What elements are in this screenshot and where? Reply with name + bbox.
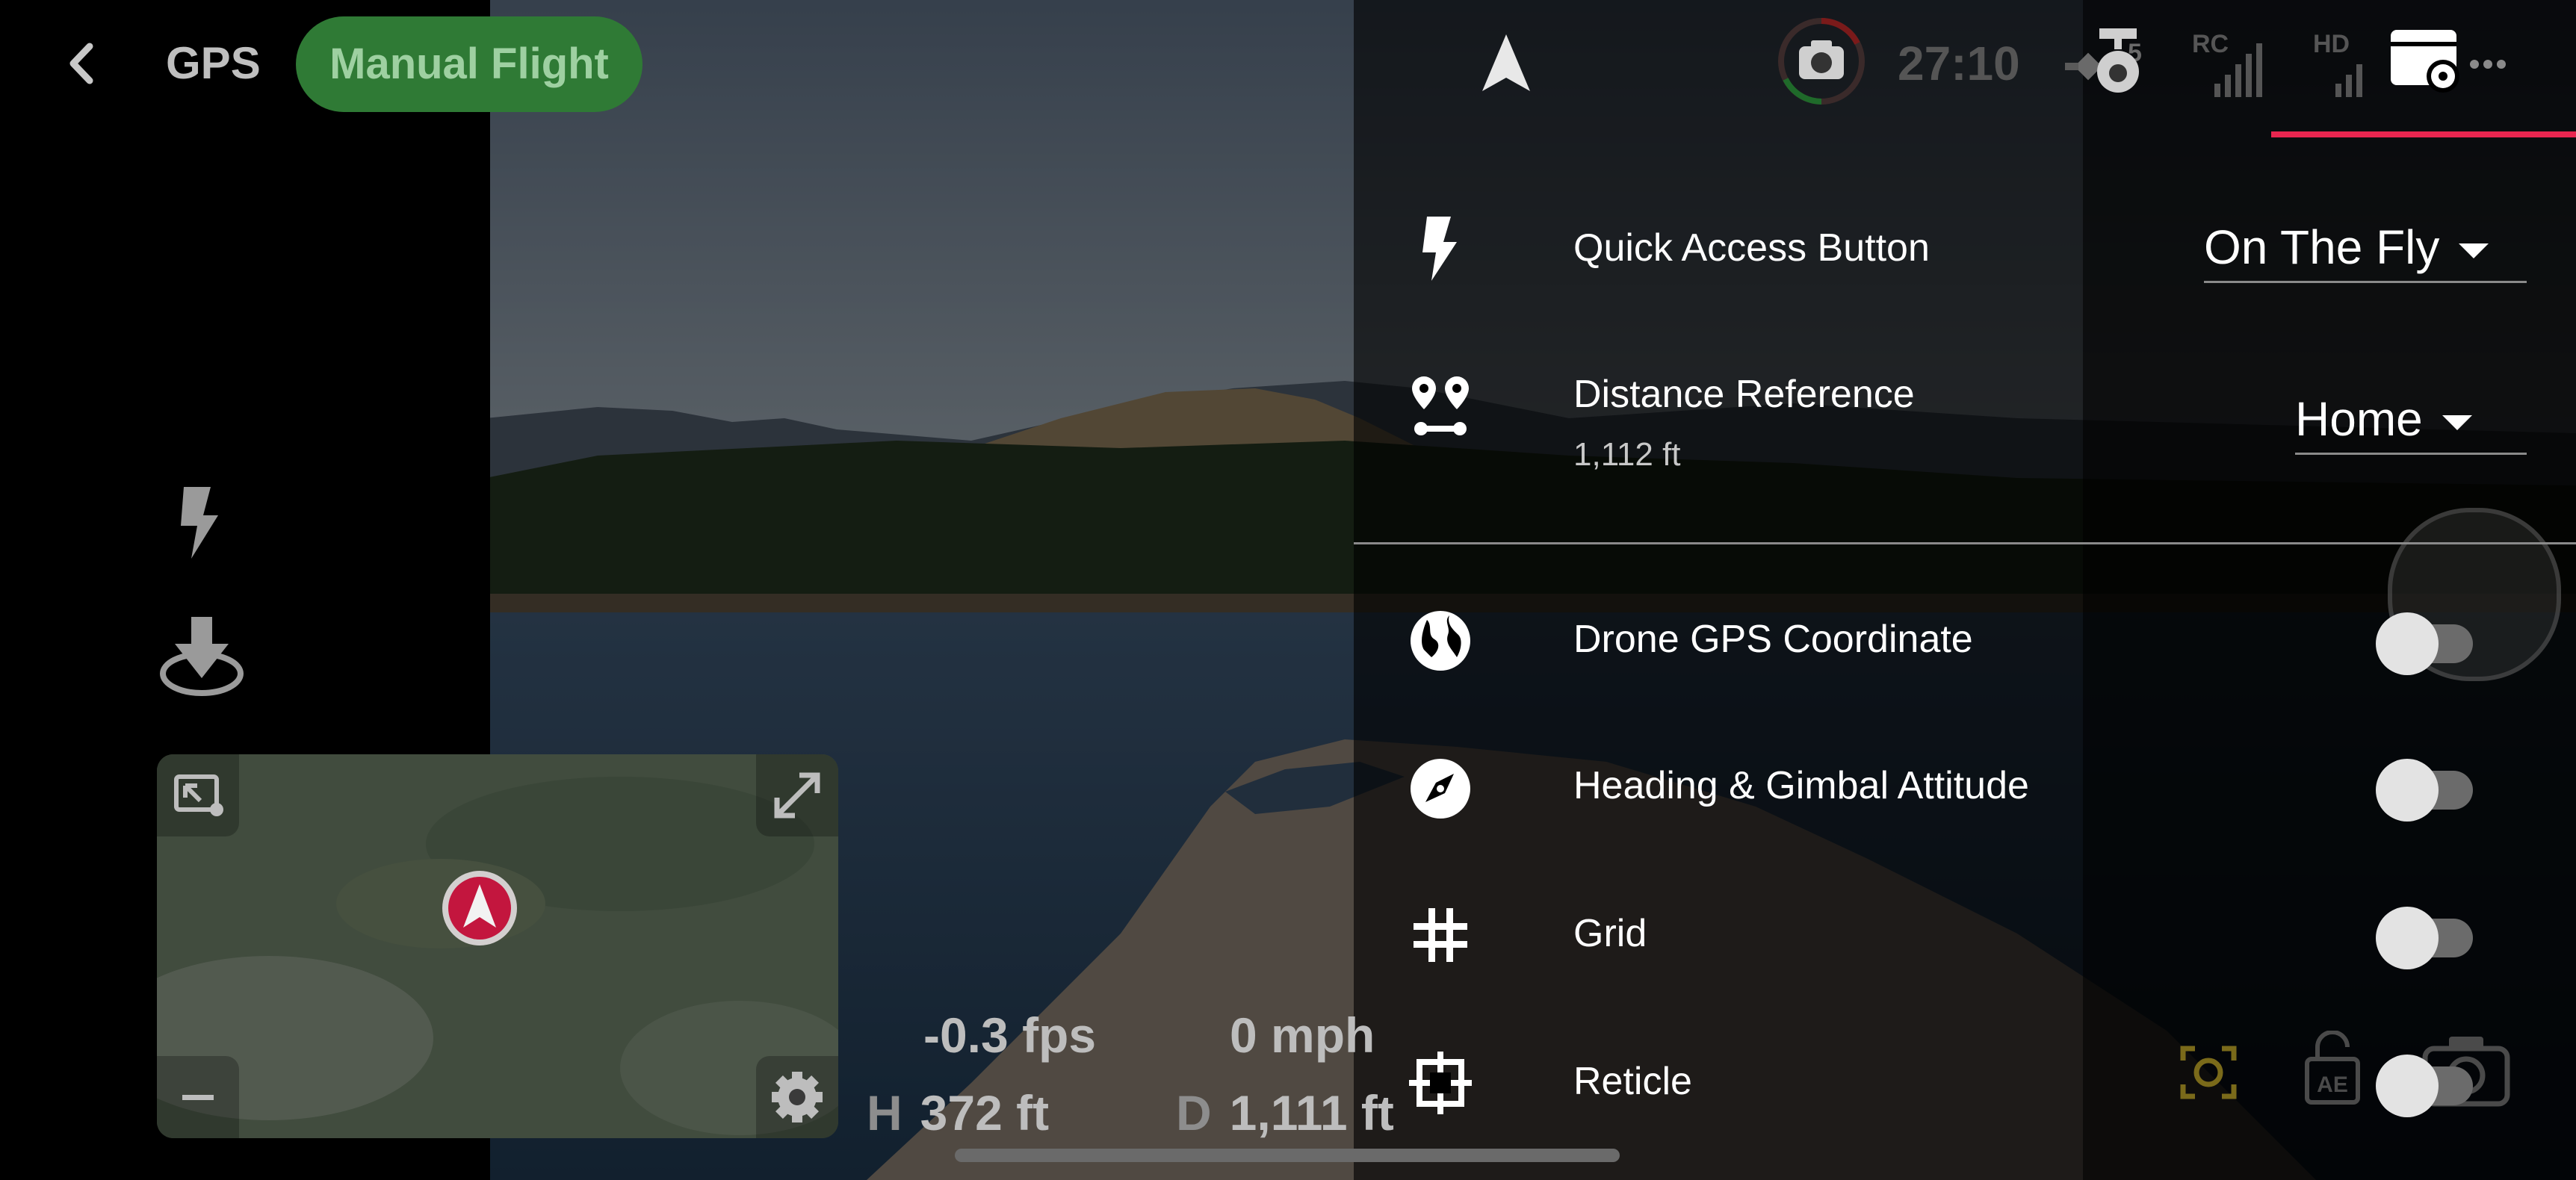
svg-text:AE: AE	[2317, 1072, 2348, 1097]
heading-gimbal-toggle[interactable]	[2376, 742, 2473, 832]
focus-mode-icon	[2180, 1046, 2237, 1099]
ae-lock-button[interactable]: AE	[2301, 1030, 2364, 1105]
distance-reference-dropdown[interactable]: Home	[2295, 391, 2527, 455]
height-prefix: H	[867, 1085, 902, 1140]
distance-reference-value: Home	[2295, 392, 2423, 446]
reticle-label: Reticle	[1573, 1060, 1692, 1103]
expand-map-button[interactable]	[756, 754, 838, 836]
drone-gps-toggle[interactable]	[2376, 596, 2473, 686]
grid-row-icon	[1405, 899, 1476, 971]
compass-icon	[1411, 759, 1470, 819]
quick-access-label: Quick Access Button	[1573, 226, 1930, 270]
lightning-icon	[1422, 217, 1457, 281]
globe-icon	[1411, 611, 1470, 671]
lightning-icon	[181, 487, 218, 559]
hd-signal[interactable]: HD	[2313, 30, 2388, 102]
horizontal-speed: 0 mph	[1230, 1007, 1375, 1063]
remaining-time: 27:10	[1898, 37, 2020, 90]
heading-gimbal-label: Heading & Gimbal Attitude	[1573, 764, 2029, 807]
grid-toggle[interactable]	[2376, 890, 2473, 980]
home-indicator[interactable]	[955, 1149, 1620, 1162]
minimize-map-icon	[174, 774, 223, 816]
route-pins-icon	[1412, 376, 1469, 435]
display-settings-tab[interactable]	[2388, 25, 2465, 100]
vertical-speed: -0.3 fps	[923, 1007, 1097, 1063]
focus-mode-button[interactable]	[2171, 1037, 2246, 1108]
aircraft-map-marker	[439, 868, 520, 948]
quick-access-row-icon	[1405, 212, 1476, 284]
quick-access-dropdown[interactable]: On The Fly	[2204, 220, 2527, 283]
minus-icon	[182, 1095, 214, 1100]
minimize-map-button[interactable]	[157, 754, 239, 836]
distance-reference-label: Distance Reference	[1573, 373, 1915, 416]
distance-prefix: D	[1176, 1085, 1212, 1140]
more-options[interactable]	[2465, 55, 2510, 73]
back-button[interactable]	[52, 30, 112, 97]
map-settings-button[interactable]	[756, 1056, 838, 1138]
reticle-row-icon	[1405, 1047, 1476, 1119]
flight-mode-label: Manual Flight	[329, 40, 609, 88]
minimap[interactable]	[157, 754, 838, 1138]
reticle-icon	[1409, 1052, 1472, 1114]
height-value: 372 ft	[920, 1085, 1050, 1140]
aircraft-heading-icon	[1476, 31, 1536, 96]
flight-mode-pill[interactable]: Manual Flight	[296, 16, 643, 112]
active-tab-indicator	[2271, 131, 2576, 137]
quick-shot-button[interactable]	[170, 482, 230, 562]
reticle-toggle[interactable]	[2376, 1038, 2473, 1128]
more-dots-icon	[2470, 60, 2506, 69]
height-readout: H 372 ft	[867, 1084, 1049, 1141]
distance-reference-value-text: 1,112 ft	[1573, 436, 1681, 473]
drone-gps-label: Drone GPS Coordinate	[1573, 618, 1973, 661]
expand-icon	[774, 772, 820, 819]
distance-readout: D 1,111 ft	[1176, 1084, 1394, 1141]
section-divider	[1354, 542, 2576, 544]
hd-signal-bars-icon	[2335, 64, 2362, 97]
camera-status-button[interactable]	[1777, 16, 1866, 106]
heading-gimbal-row-icon	[1405, 753, 1476, 825]
quick-access-value: On The Fly	[2204, 220, 2440, 274]
auto-land-button[interactable]	[157, 614, 247, 698]
ae-lock-icon: AE	[2305, 1030, 2360, 1105]
grid-label: Grid	[1573, 912, 1647, 955]
zoom-out-button[interactable]	[157, 1056, 239, 1138]
display-settings-icon	[2391, 30, 2459, 93]
distance-value: 1,111 ft	[1229, 1085, 1394, 1140]
grid-icon	[1414, 908, 1467, 962]
rc-signal-bars-icon	[2214, 43, 2262, 97]
chevron-down-icon	[2459, 243, 2489, 259]
drone-gps-row-icon	[1405, 605, 1476, 677]
signal-source-label: GPS	[166, 38, 261, 88]
landing-icon	[160, 617, 244, 696]
chevron-down-icon	[2442, 415, 2472, 431]
distance-reference-row-icon	[1405, 370, 1476, 442]
rc-signal[interactable]: RC	[2192, 30, 2267, 102]
gimbal-camera-icon	[2092, 27, 2144, 99]
gear-icon	[772, 1072, 823, 1122]
chevron-left-icon	[69, 43, 93, 84]
